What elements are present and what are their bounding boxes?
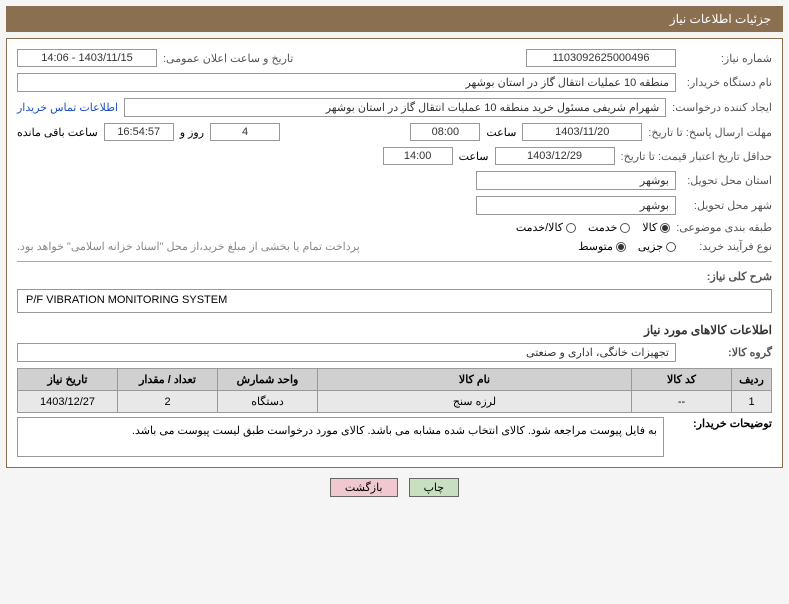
cell-qty: 2 xyxy=(118,391,218,413)
radio-mixed[interactable]: کالا/خدمت xyxy=(516,221,576,234)
buyer-note-box: به فایل پیوست مراجعه شود. کالای انتخاب ش… xyxy=(17,417,664,457)
radio-service[interactable]: خدمت xyxy=(588,221,630,234)
th-code: کد کالا xyxy=(632,369,732,391)
table-header-row: ردیف کد کالا نام کالا واحد شمارش تعداد /… xyxy=(18,369,772,391)
need-no-label: شماره نیاز: xyxy=(682,52,772,65)
process-label: نوع فرآیند خرید: xyxy=(682,240,772,253)
city-value: بوشهر xyxy=(476,196,676,215)
cell-code: -- xyxy=(632,391,732,413)
buyer-note-label: توضیحات خریدار: xyxy=(672,417,772,457)
city-label: شهر محل تحویل: xyxy=(682,199,772,212)
category-label: طبقه بندی موضوعی: xyxy=(676,221,772,234)
days-and-word: روز و xyxy=(180,126,204,139)
th-row: ردیف xyxy=(732,369,772,391)
radio-icon xyxy=(566,223,576,233)
radio-icon xyxy=(660,223,670,233)
main-frame: شماره نیاز: 1103092625000496 تاریخ و ساع… xyxy=(6,38,783,468)
items-table: ردیف کد کالا نام کالا واحد شمارش تعداد /… xyxy=(17,368,772,413)
remaining-word: ساعت باقی مانده xyxy=(17,126,98,139)
th-date: تاریخ نیاز xyxy=(18,369,118,391)
buyer-org-value: منطقه 10 عملیات انتقال گاز در استان بوشه… xyxy=(17,73,676,92)
announce-value: 1403/11/15 - 14:06 xyxy=(17,49,157,67)
radio-icon xyxy=(666,242,676,252)
goods-section-title: اطلاعات کالاهای مورد نیاز xyxy=(17,323,772,337)
contact-link[interactable]: اطلاعات تماس خریدار xyxy=(17,101,118,114)
cell-unit: دستگاه xyxy=(218,391,318,413)
validity-label: حداقل تاریخ اعتبار قیمت: تا تاریخ: xyxy=(621,150,772,163)
validity-time: 14:00 xyxy=(383,147,453,165)
announce-label: تاریخ و ساعت اعلان عمومی: xyxy=(163,52,293,65)
process-radios: جزیی متوسط xyxy=(578,240,676,253)
radio-icon xyxy=(616,242,626,252)
countdown: 16:54:57 xyxy=(104,123,174,141)
category-radios: کالا خدمت کالا/خدمت xyxy=(516,221,670,234)
group-label: گروه کالا: xyxy=(682,346,772,359)
reply-date: 1403/11/20 xyxy=(522,123,642,141)
page-title-bar: جزئیات اطلاعات نیاز xyxy=(6,6,783,32)
page-title: جزئیات اطلاعات نیاز xyxy=(670,12,771,26)
footer-buttons: چاپ بازگشت xyxy=(0,478,789,497)
province-label: استان محل تحویل: xyxy=(682,174,772,187)
overall-desc-label: شرح کلی نیاز: xyxy=(682,270,772,283)
requester-label: ایجاد کننده درخواست: xyxy=(672,101,772,114)
table-row: 1 -- لرزه سنج دستگاه 2 1403/12/27 xyxy=(18,391,772,413)
cell-date: 1403/12/27 xyxy=(18,391,118,413)
radio-medium[interactable]: متوسط xyxy=(578,240,626,253)
radio-goods[interactable]: کالا xyxy=(642,221,670,234)
overall-desc-value: P/F VIBRATION MONITORING SYSTEM xyxy=(26,294,227,306)
time-word-2: ساعت xyxy=(459,150,489,163)
days-remaining: 4 xyxy=(210,123,280,141)
reply-deadline-label: مهلت ارسال پاسخ: تا تاریخ: xyxy=(648,126,772,139)
time-word-1: ساعت xyxy=(486,126,516,139)
overall-desc-box: P/F VIBRATION MONITORING SYSTEM xyxy=(17,289,772,313)
buyer-note-text: به فایل پیوست مراجعه شود. کالای انتخاب ش… xyxy=(132,425,657,437)
radio-partial[interactable]: جزیی xyxy=(638,240,676,253)
th-unit: واحد شمارش xyxy=(218,369,318,391)
print-button[interactable]: چاپ xyxy=(409,478,460,497)
th-name: نام کالا xyxy=(318,369,632,391)
buyer-org-label: نام دستگاه خریدار: xyxy=(682,76,772,89)
th-qty: تعداد / مقدار xyxy=(118,369,218,391)
province-value: بوشهر xyxy=(476,171,676,190)
back-button[interactable]: بازگشت xyxy=(330,478,398,497)
group-value: تجهیزات خانگی، اداری و صنعتی xyxy=(17,343,676,362)
payment-note: پرداخت تمام یا بخشی از مبلغ خرید،از محل … xyxy=(17,240,360,253)
validity-date: 1403/12/29 xyxy=(495,147,615,165)
need-no-value: 1103092625000496 xyxy=(526,49,676,67)
requester-value: شهرام شریفی مسئول خرید منطقه 10 عملیات ا… xyxy=(124,98,666,117)
cell-name: لرزه سنج xyxy=(318,391,632,413)
reply-time: 08:00 xyxy=(410,123,480,141)
cell-idx: 1 xyxy=(732,391,772,413)
radio-icon xyxy=(620,223,630,233)
